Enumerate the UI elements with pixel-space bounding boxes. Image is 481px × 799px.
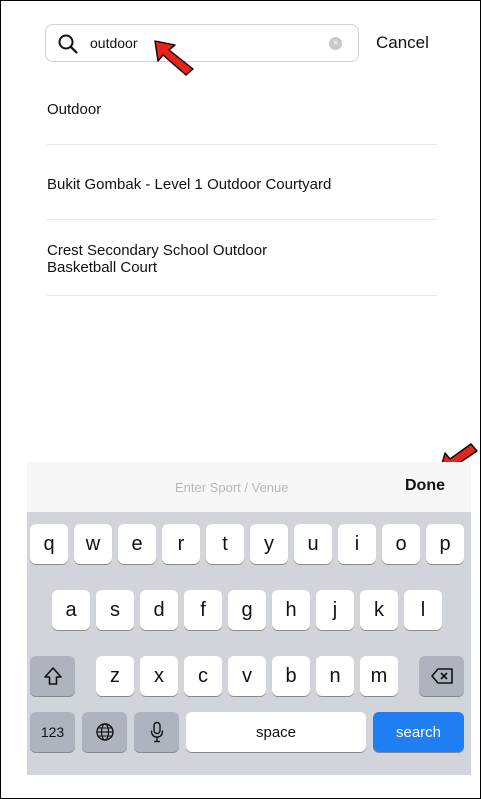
microphone-icon (150, 721, 163, 743)
search-input[interactable]: outdoor × (45, 24, 359, 62)
key-w[interactable]: w (74, 524, 112, 564)
search-key[interactable]: search (373, 712, 464, 752)
red-arrow-icon (154, 40, 194, 76)
shift-key[interactable] (30, 656, 75, 696)
key-m[interactable]: m (360, 656, 398, 696)
key-y[interactable]: y (250, 524, 288, 564)
clear-icon[interactable]: × (329, 37, 342, 50)
list-item-label: Bukit Gombak - Level 1 Outdoor Courtyard (47, 176, 332, 193)
shift-icon (43, 667, 62, 685)
key-h[interactable]: h (272, 590, 310, 630)
key-o[interactable]: o (382, 524, 420, 564)
key-l[interactable]: l (404, 590, 442, 630)
key-e[interactable]: e (118, 524, 156, 564)
key-u[interactable]: u (294, 524, 332, 564)
key-j[interactable]: j (316, 590, 354, 630)
cancel-button[interactable]: Cancel (376, 33, 429, 53)
numbers-key[interactable]: 123 (30, 712, 75, 752)
divider (47, 219, 437, 220)
key-s[interactable]: s (96, 590, 134, 630)
key-d[interactable]: d (140, 590, 178, 630)
keyboard: q w e r t y u i o p a s d f g h j k l z … (27, 512, 471, 775)
key-k[interactable]: k (360, 590, 398, 630)
key-x[interactable]: x (140, 656, 178, 696)
backspace-icon (430, 668, 453, 684)
keyboard-accessory-bar: Enter Sport / Venue Done (27, 462, 471, 512)
done-button[interactable]: Done (405, 477, 445, 495)
key-r[interactable]: r (162, 524, 200, 564)
divider (47, 295, 437, 296)
globe-key[interactable] (82, 712, 127, 752)
list-item-label: Outdoor (47, 101, 102, 118)
screen-frame: outdoor × Cancel Outdoor Bukit Gombak - … (0, 0, 481, 799)
key-t[interactable]: t (206, 524, 244, 564)
key-n[interactable]: n (316, 656, 354, 696)
delete-key[interactable] (419, 656, 464, 696)
key-c[interactable]: c (184, 656, 222, 696)
list-item[interactable]: Outdoor (47, 101, 437, 118)
key-z[interactable]: z (96, 656, 134, 696)
key-p[interactable]: p (426, 524, 464, 564)
key-b[interactable]: b (272, 656, 310, 696)
key-f[interactable]: f (184, 590, 222, 630)
globe-icon (95, 723, 114, 741)
search-icon (58, 34, 78, 54)
list-item[interactable]: Bukit Gombak - Level 1 Outdoor Courtyard (47, 176, 437, 193)
microphone-key[interactable] (134, 712, 179, 752)
key-g[interactable]: g (228, 590, 266, 630)
list-item-label: Crest Secondary School Outdoor (47, 242, 268, 259)
divider (47, 144, 437, 145)
list-item[interactable]: Crest Secondary School Outdoor Basketbal… (47, 242, 437, 276)
key-a[interactable]: a (52, 590, 90, 630)
accessory-hint: Enter Sport / Venue (175, 480, 289, 495)
list-item-label: Basketball Court (47, 259, 158, 276)
search-input-value: outdoor (90, 35, 138, 51)
key-q[interactable]: q (30, 524, 68, 564)
key-i[interactable]: i (338, 524, 376, 564)
key-v[interactable]: v (228, 656, 266, 696)
space-key[interactable]: space (186, 712, 366, 752)
